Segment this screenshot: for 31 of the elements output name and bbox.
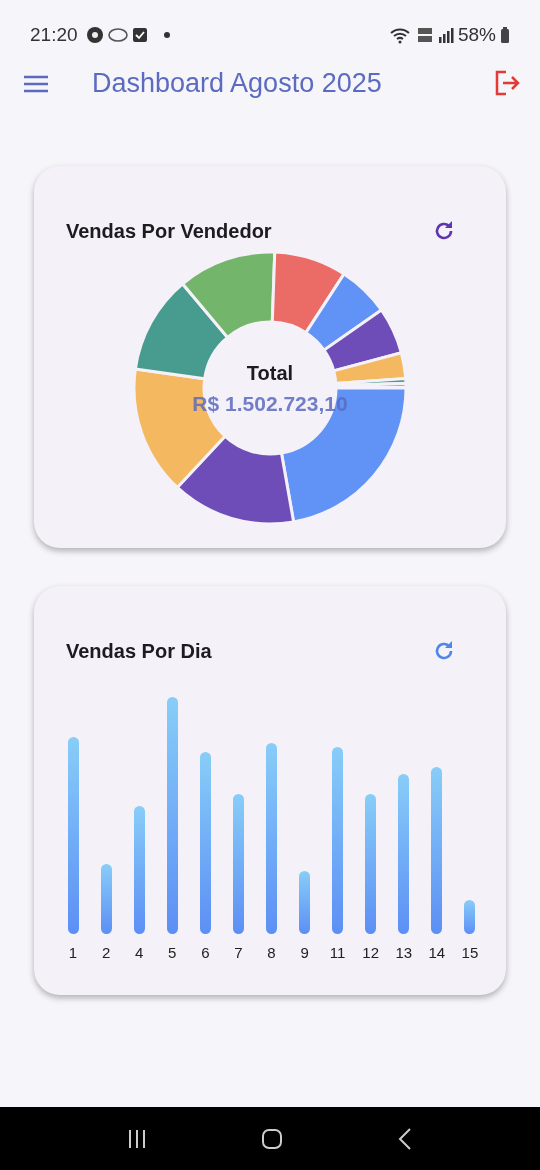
day-label: 12 — [362, 943, 380, 963]
checkbox-icon — [131, 27, 148, 43]
day-label: 2 — [101, 943, 111, 963]
day-label: 4 — [135, 943, 144, 963]
day-label: 9 — [300, 943, 309, 963]
battery-icon — [500, 27, 510, 43]
day-label: 13 — [395, 943, 413, 963]
day-label: 1 — [68, 943, 78, 963]
day-label: 14 — [428, 943, 446, 963]
day-label: 15 — [461, 943, 479, 963]
day-label: 11 — [329, 943, 346, 963]
bar — [100, 864, 112, 934]
home-icon[interactable] — [261, 1127, 283, 1150]
app-title: Dashboard Agosto 2025 — [92, 66, 382, 100]
day-label: 5 — [168, 943, 177, 963]
total-label: Total — [246, 361, 294, 386]
day-label: 7 — [234, 943, 243, 963]
bar — [464, 900, 476, 934]
day-label: 8 — [267, 943, 276, 963]
day-label: 6 — [201, 943, 210, 963]
status-time: 21:20 — [30, 22, 78, 47]
card-title: Vendas Por Dia — [66, 639, 212, 664]
logout-button[interactable] — [494, 70, 520, 96]
signal-icon — [437, 27, 454, 43]
card-title: Vendas Por Vendedor — [66, 219, 272, 244]
bar — [299, 871, 311, 934]
battery-percent: 58% — [457, 22, 496, 47]
dot-icon — [163, 32, 170, 38]
wifi-icon — [389, 26, 412, 44]
recent-apps-icon[interactable] — [127, 1128, 147, 1149]
back-icon[interactable] — [397, 1127, 413, 1150]
